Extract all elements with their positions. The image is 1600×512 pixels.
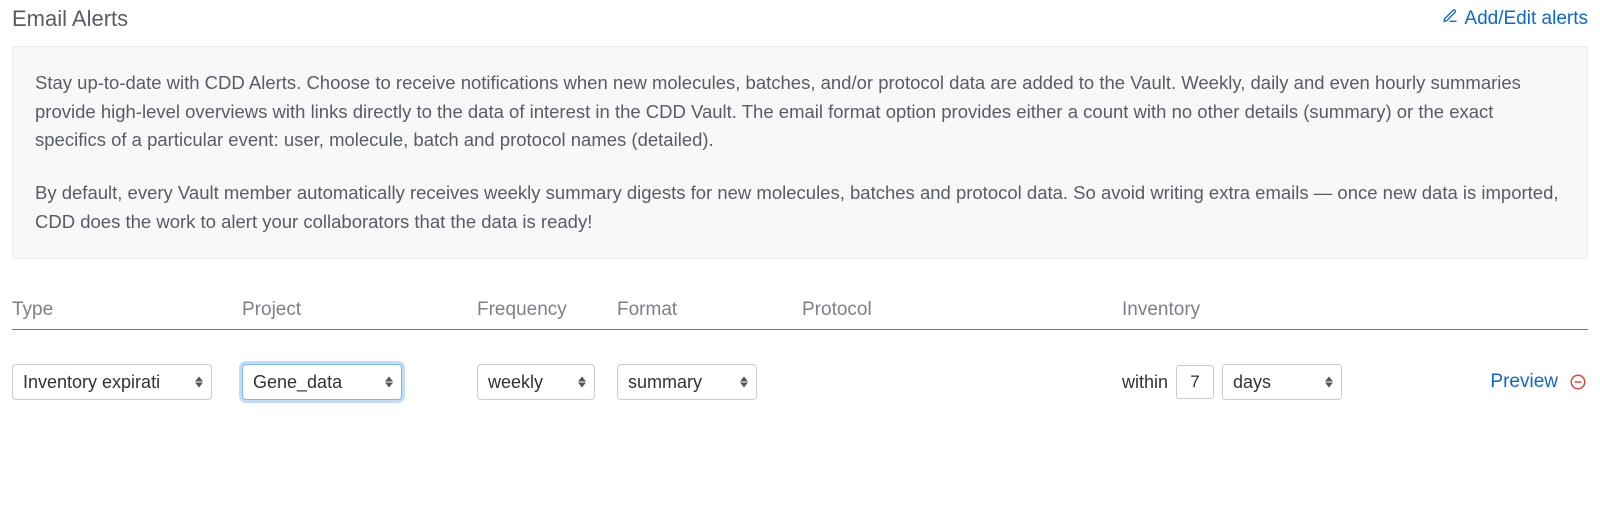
remove-alert-button[interactable] <box>1568 372 1588 392</box>
info-paragraph-1: Stay up-to-date with CDD Alerts. Choose … <box>35 69 1565 155</box>
add-edit-alerts-label: Add/Edit alerts <box>1464 8 1588 30</box>
col-header-frequency: Frequency <box>477 299 617 321</box>
select-caret-icon <box>195 377 203 388</box>
pencil-icon <box>1442 8 1458 30</box>
info-box: Stay up-to-date with CDD Alerts. Choose … <box>12 46 1588 259</box>
page-title: Email Alerts <box>12 6 128 32</box>
col-header-type: Type <box>12 299 242 321</box>
select-caret-icon <box>740 377 748 388</box>
inventory-value-input[interactable] <box>1176 365 1214 399</box>
format-select[interactable]: summary <box>617 364 757 400</box>
select-caret-icon <box>385 377 393 388</box>
info-paragraph-2: By default, every Vault member automatic… <box>35 179 1565 236</box>
inventory-unit-select[interactable]: days <box>1222 364 1342 400</box>
type-select[interactable]: Inventory expirati <box>12 364 212 400</box>
col-header-inventory: Inventory <box>1122 299 1422 321</box>
format-select-value: summary <box>628 372 702 393</box>
inventory-unit-value: days <box>1233 372 1271 393</box>
type-select-value: Inventory expirati <box>23 372 160 393</box>
table-header: Type Project Frequency Format Protocol I… <box>12 299 1588 330</box>
project-select[interactable]: Gene_data <box>242 364 402 400</box>
select-caret-icon <box>1325 377 1333 388</box>
col-header-format: Format <box>617 299 802 321</box>
project-select-value: Gene_data <box>253 372 342 393</box>
alert-row: Inventory expirati Gene_data weekly summ… <box>12 330 1588 400</box>
col-header-protocol: Protocol <box>802 299 1122 321</box>
select-caret-icon <box>578 377 586 388</box>
frequency-select[interactable]: weekly <box>477 364 595 400</box>
inventory-prefix: within <box>1122 372 1168 393</box>
add-edit-alerts-link[interactable]: Add/Edit alerts <box>1442 8 1588 30</box>
col-header-project: Project <box>242 299 477 321</box>
frequency-select-value: weekly <box>488 372 543 393</box>
preview-link[interactable]: Preview <box>1490 371 1558 393</box>
